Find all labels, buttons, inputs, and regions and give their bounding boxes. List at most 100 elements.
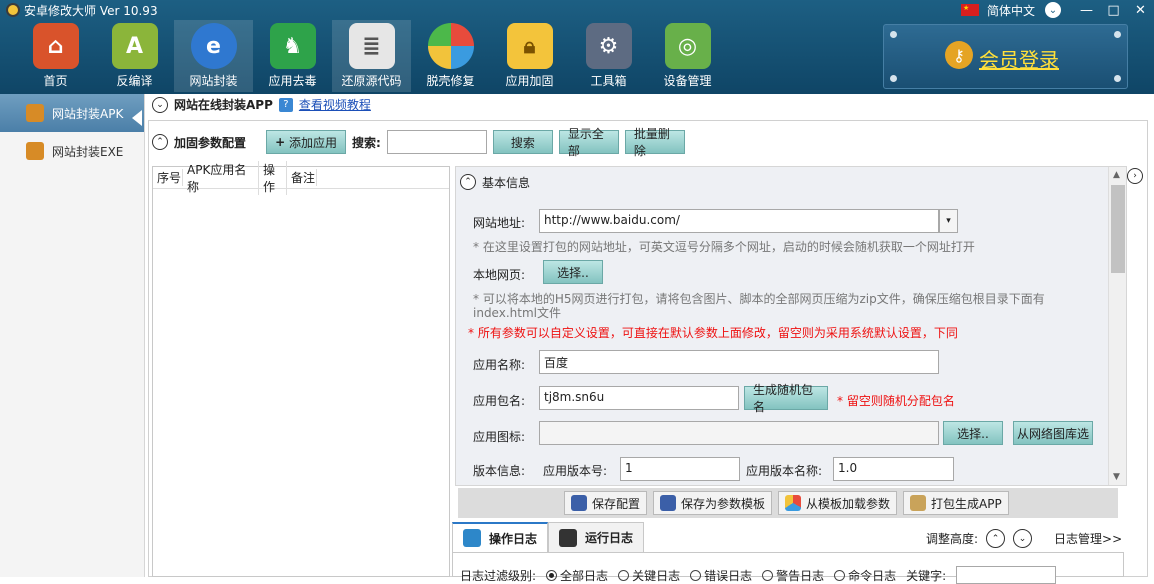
version-name-input[interactable]: 1.0	[833, 457, 954, 481]
filter-error[interactable]: 错误日志	[690, 567, 752, 584]
language-dropdown-icon[interactable]: ⌄	[1045, 2, 1061, 18]
save-config-button[interactable]: 保存配置	[564, 491, 648, 515]
version-label: 版本信息:	[473, 464, 526, 478]
batch-delete-button[interactable]: 批量删除	[624, 127, 685, 158]
android-icon: A	[111, 23, 158, 69]
icon-path-input[interactable]	[539, 421, 939, 445]
scroll-thumb[interactable]	[1111, 185, 1125, 273]
icon-select-button[interactable]: 选择..	[943, 421, 1003, 445]
tab-label: 运行日志	[585, 531, 634, 545]
toolbar-unpack[interactable]: 脱壳修复	[411, 20, 490, 92]
filter-option-label: 命令日志	[848, 568, 897, 583]
filter-all[interactable]: 全部日志	[546, 567, 608, 584]
decor-dot	[890, 75, 897, 82]
tab-label: 操作日志	[489, 531, 538, 546]
apk-list[interactable]: 序号 APK应用名称 操作 备注	[152, 160, 450, 577]
key-icon: ⚷	[945, 41, 973, 69]
radio-icon	[546, 569, 558, 581]
maximize-button[interactable]: □	[1100, 3, 1127, 18]
language-selector[interactable]: 简体中文	[987, 2, 1035, 19]
toolbox-icon: ⚙	[585, 23, 632, 69]
toolbar-decompile[interactable]: A 反编译	[95, 20, 174, 92]
keyword-input[interactable]	[956, 566, 1057, 584]
toolbar-device-manage[interactable]: ◎ 设备管理	[648, 20, 727, 92]
show-all-button[interactable]: 显示全部	[558, 127, 619, 158]
expand-right-icon[interactable]: ›	[1127, 168, 1143, 184]
filter-command[interactable]: 命令日志	[834, 567, 896, 584]
section-header: ⌃ 基本信息	[456, 167, 1108, 197]
sidebar-item-label: 网站封装APK	[52, 106, 124, 121]
scroll-down-icon[interactable]: ▼	[1113, 472, 1120, 482]
package-note: * 留空则随机分配包名	[837, 394, 955, 408]
generate-package-button[interactable]: 生成随机包名	[744, 383, 828, 414]
toolbar-home[interactable]: ⌂ 首页	[16, 20, 95, 92]
package-label: 应用包名:	[473, 394, 526, 408]
sidebar-item-wrap-exe[interactable]: 网站封装EXE	[0, 132, 144, 170]
shield-icon: ♞	[269, 23, 316, 69]
toolbar-restore-source[interactable]: ≣ 还原源代码	[332, 20, 411, 92]
filter-option-label: 警告日志	[776, 568, 825, 583]
tab-operation-log[interactable]: 操作日志	[452, 522, 549, 552]
page-title: 网站在线封装APP	[174, 98, 273, 112]
window-controls: 简体中文 ⌄ — □ ✕	[960, 0, 1154, 20]
member-login-link[interactable]: 会员登录	[979, 44, 1059, 73]
adjust-height-label: 调整高度:	[926, 532, 979, 546]
search-input[interactable]	[386, 130, 487, 154]
decor-dot	[1114, 31, 1121, 38]
toolbar-antivirus[interactable]: ♞ 应用去毒	[253, 20, 332, 92]
local-select-button[interactable]: 选择..	[543, 260, 603, 284]
toolbar-toolbox[interactable]: ⚙ 工具箱	[569, 20, 648, 92]
local-label: 本地网页:	[473, 268, 526, 282]
home-icon: ⌂	[32, 23, 79, 69]
video-tutorial-link[interactable]: 查看视频教程	[299, 96, 371, 113]
filter-warning[interactable]: 警告日志	[762, 567, 824, 584]
toolbar-label: 设备管理	[663, 74, 712, 88]
version-code-input[interactable]: 1	[620, 457, 740, 481]
col-action: 操作	[259, 160, 287, 195]
terminal-icon	[559, 528, 578, 547]
member-login-panel[interactable]: ⚷ 会员登录	[883, 24, 1128, 89]
load-template-button[interactable]: 从模板加载参数	[778, 491, 898, 515]
toolbar-harden[interactable]: 🔒︎ 应用加固	[490, 20, 569, 92]
height-down-icon[interactable]: ⌄	[1013, 529, 1033, 548]
china-flag-icon[interactable]	[960, 4, 979, 16]
active-pointer	[132, 110, 142, 126]
site-url-input[interactable]: http://www.baidu.com/	[539, 209, 939, 233]
build-app-button[interactable]: 打包生成APP	[903, 491, 1009, 515]
local-hint-line2: index.html文件	[473, 306, 561, 320]
filter-option-label: 全部日志	[560, 568, 609, 583]
icon-from-net-button[interactable]: 从网络图库选	[1013, 421, 1093, 445]
close-button[interactable]: ✕	[1127, 3, 1154, 18]
minimize-button[interactable]: —	[1073, 3, 1100, 18]
site-hint: * 在这里设置打包的网站地址，可英文逗号分隔多个网址，启动的时候会随机获取一个网…	[473, 240, 975, 254]
sidebar-item-wrap-apk[interactable]: 网站封装APK	[0, 94, 144, 132]
search-button[interactable]: 搜索	[492, 130, 553, 154]
section-title: 基本信息	[482, 175, 531, 190]
package-input[interactable]: tj8m.sn6u	[539, 386, 739, 410]
decor-dot	[1114, 75, 1121, 82]
add-app-button[interactable]: + 添加应用	[266, 130, 347, 154]
save-template-button[interactable]: 保存为参数模板	[653, 491, 773, 515]
app-name-input[interactable]: 百度	[539, 350, 939, 374]
sidebar-item-label: 网站封装EXE	[52, 144, 124, 159]
toolbar-label: 反编译	[116, 74, 153, 88]
list-header: 序号 APK应用名称 操作 备注	[153, 160, 449, 195]
scroll-up-icon[interactable]: ▲	[1113, 170, 1120, 180]
filter-key[interactable]: 关键日志	[618, 567, 680, 584]
collapse-icon[interactable]: ⌄	[152, 96, 168, 113]
ie-icon: e	[190, 23, 237, 69]
collapse-up-icon[interactable]: ⌃	[460, 174, 476, 190]
form-scrollbar[interactable]: ▲ ▼	[1108, 167, 1126, 485]
icon-label: 应用图标:	[473, 430, 526, 444]
tab-run-log[interactable]: 运行日志	[548, 522, 645, 552]
site-label: 网站地址:	[473, 216, 526, 230]
globe-icon	[427, 23, 474, 69]
app-title: 安卓修改大师 Ver 10.93	[24, 3, 158, 18]
radio-icon	[762, 569, 774, 581]
toolbar-website-wrap[interactable]: e 网站封装	[174, 20, 253, 92]
site-url-dropdown-icon[interactable]: ▾	[939, 209, 958, 233]
height-up-icon[interactable]: ⌃	[986, 529, 1006, 548]
collapse-up-icon[interactable]: ⌃	[152, 134, 168, 150]
log-manage-link[interactable]: 日志管理>>	[1054, 530, 1122, 547]
radio-icon	[834, 569, 846, 581]
